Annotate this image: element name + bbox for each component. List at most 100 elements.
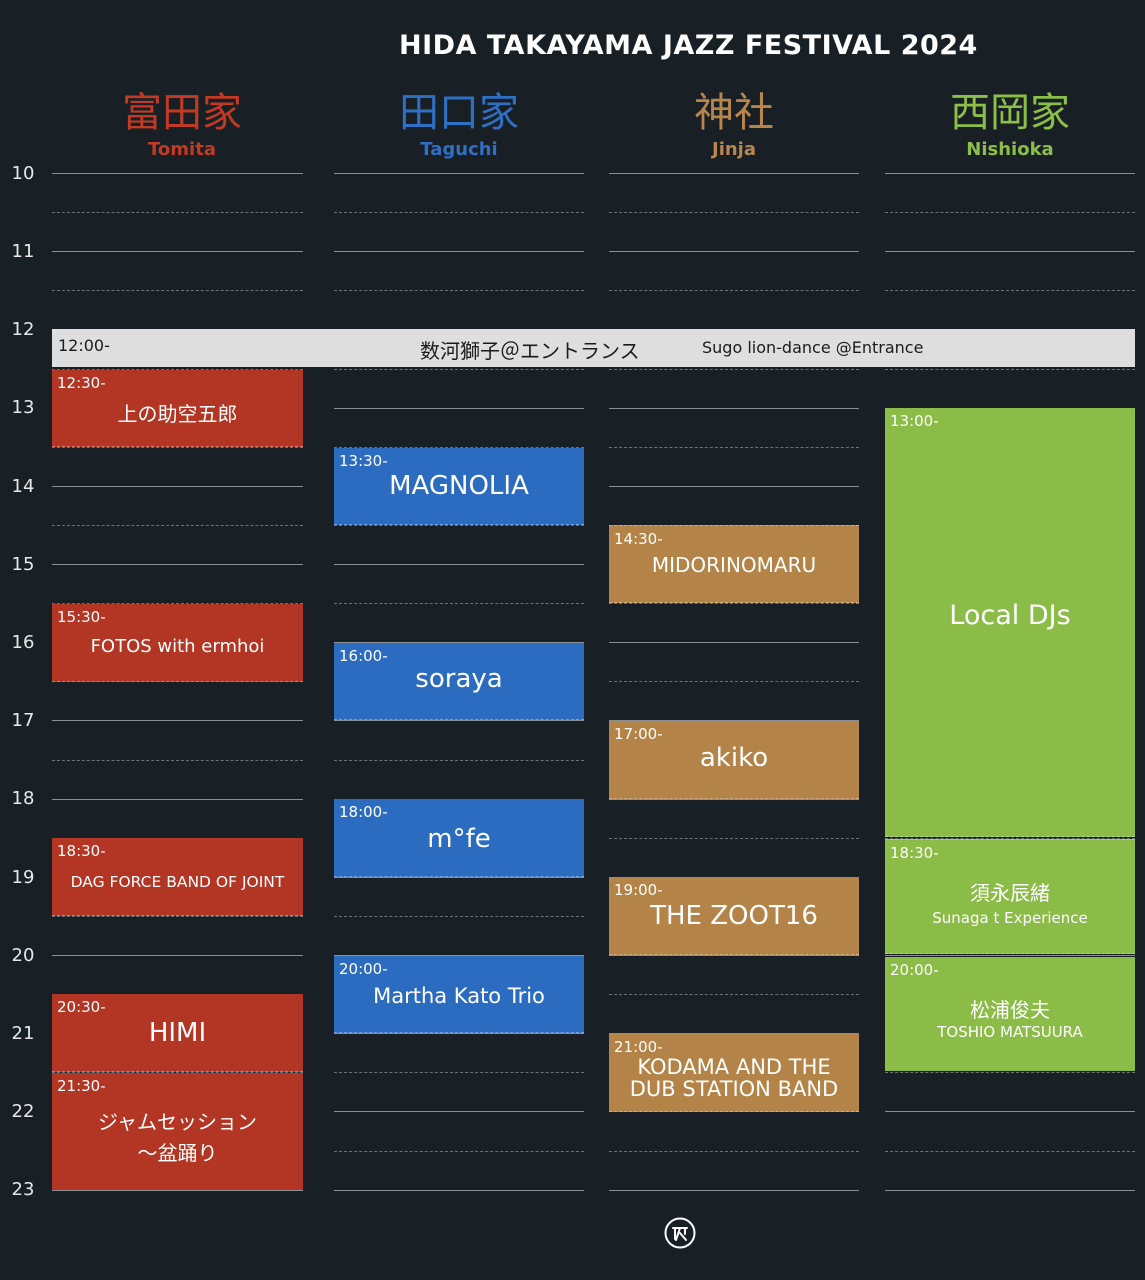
event-time: 21:30- bbox=[57, 1077, 106, 1095]
half-hour-gridline bbox=[609, 681, 859, 682]
half-hour-gridline bbox=[609, 603, 859, 604]
event-act: 上の助空五郎 bbox=[117, 402, 238, 426]
event-act: HIMI bbox=[148, 1018, 207, 1048]
half-hour-gridline bbox=[334, 1072, 584, 1073]
banner-time: 12:00- bbox=[58, 336, 110, 355]
half-hour-gridline bbox=[52, 290, 303, 291]
event-act: soraya bbox=[415, 664, 503, 694]
hour-gridline bbox=[334, 877, 584, 878]
venue-name-en: Taguchi bbox=[420, 139, 498, 160]
venue-header-tomita: 富田家 Tomita bbox=[57, 88, 307, 162]
event-act: 須永辰緒 bbox=[970, 881, 1050, 905]
event-block[interactable]: 20:30- HIMI bbox=[52, 994, 303, 1072]
half-hour-gridline bbox=[885, 369, 1135, 370]
hour-label: 20 bbox=[11, 945, 35, 966]
half-hour-gridline bbox=[334, 369, 584, 370]
hour-gridline bbox=[52, 486, 303, 487]
hour-gridline bbox=[334, 408, 584, 409]
hour-gridline bbox=[885, 955, 1135, 956]
event-block[interactable]: 21:30- ジャムセッション 〜盆踊り bbox=[52, 1073, 303, 1190]
hour-gridline bbox=[52, 1190, 303, 1191]
hour-gridline bbox=[52, 799, 303, 800]
hour-gridline bbox=[52, 720, 303, 721]
half-hour-gridline bbox=[52, 447, 303, 448]
hour-gridline bbox=[609, 173, 859, 174]
event-time: 19:00- bbox=[614, 881, 663, 899]
half-hour-gridline bbox=[334, 212, 584, 213]
hour-gridline bbox=[609, 799, 859, 800]
half-hour-gridline bbox=[334, 525, 584, 526]
event-act: DAG FORCE BAND OF JOINT bbox=[70, 873, 285, 891]
event-act: ジャムセッション 〜盆踊り bbox=[98, 1110, 257, 1165]
half-hour-gridline bbox=[609, 369, 859, 370]
event-act: MIDORINOMARU bbox=[651, 553, 817, 577]
event-block[interactable]: 20:00- Martha Kato Trio bbox=[334, 956, 584, 1033]
venue-name-en: Jinja bbox=[712, 139, 756, 160]
half-hour-gridline bbox=[52, 916, 303, 917]
event-block[interactable]: 21:00- KODAMA AND THE DUB STATION BAND bbox=[609, 1034, 859, 1112]
hour-label: 11 bbox=[11, 241, 35, 262]
half-hour-gridline bbox=[885, 1151, 1135, 1152]
hour-label: 15 bbox=[11, 554, 35, 575]
venue-name-jp: 富田家 bbox=[122, 90, 242, 136]
event-time: 17:00- bbox=[614, 725, 663, 743]
hour-gridline bbox=[609, 1190, 859, 1191]
venue-header-taguchi: 田口家 Taguchi bbox=[334, 88, 584, 162]
hour-label: 12 bbox=[11, 319, 35, 340]
hour-gridline bbox=[885, 1190, 1135, 1191]
venue-name-jp: 西岡家 bbox=[950, 90, 1070, 136]
hour-gridline bbox=[334, 1111, 584, 1112]
event-block[interactable]: 13:00- Local DJs bbox=[885, 408, 1135, 837]
hour-gridline bbox=[609, 642, 859, 643]
hour-gridline bbox=[609, 955, 859, 956]
event-block[interactable]: 18:00- m°fe bbox=[334, 799, 584, 877]
hour-gridline bbox=[52, 251, 303, 252]
banner-title-en: Sugo lion-dance @Entrance bbox=[702, 338, 924, 357]
event-block[interactable]: 13:30- MAGNOLIA bbox=[334, 448, 584, 525]
hour-label: 13 bbox=[11, 397, 35, 418]
hour-gridline bbox=[609, 408, 859, 409]
event-block[interactable]: 16:00- soraya bbox=[334, 643, 584, 720]
hour-label: 18 bbox=[11, 788, 35, 809]
event-block[interactable]: 17:00- akiko bbox=[609, 721, 859, 799]
event-block[interactable]: 18:30- 須永辰緒 Sunaga t Experience bbox=[885, 839, 1135, 954]
lion-dance-banner: 12:00- 数河獅子＠エントランス Sugo lion-dance @Entr… bbox=[52, 329, 1135, 367]
hour-label: 10 bbox=[11, 163, 35, 184]
event-sub: TOSHIO MATSUURA bbox=[937, 1023, 1083, 1041]
hour-gridline bbox=[334, 564, 584, 565]
event-block[interactable]: 19:00- THE ZOOT16 bbox=[609, 877, 859, 955]
hour-label: 16 bbox=[11, 632, 35, 653]
hour-gridline bbox=[609, 486, 859, 487]
event-time: 18:00- bbox=[339, 803, 388, 821]
hour-gridline bbox=[334, 251, 584, 252]
venue-name-jp: 神社 bbox=[694, 90, 774, 136]
event-act: MAGNOLIA bbox=[389, 471, 529, 501]
half-hour-gridline bbox=[52, 760, 303, 761]
hour-label: 22 bbox=[11, 1101, 35, 1122]
event-time: 20:30- bbox=[57, 998, 106, 1016]
hour-gridline bbox=[334, 173, 584, 174]
event-time: 18:30- bbox=[890, 844, 939, 862]
event-sub: Sunaga t Experience bbox=[932, 909, 1088, 927]
half-hour-gridline bbox=[609, 1151, 859, 1152]
event-time: 16:00- bbox=[339, 647, 388, 665]
half-hour-gridline bbox=[334, 603, 584, 604]
half-hour-gridline bbox=[609, 994, 859, 995]
event-block[interactable]: 15:30- FOTOS with ermhoi bbox=[52, 604, 303, 682]
event-time: 20:00- bbox=[890, 961, 939, 979]
venue-name-en: Nishioka bbox=[966, 139, 1054, 160]
hour-gridline bbox=[885, 1111, 1135, 1112]
hour-gridline bbox=[334, 720, 584, 721]
event-block[interactable]: 12:30- 上の助空五郎 bbox=[52, 370, 303, 447]
event-act: FOTOS with ermhoi bbox=[90, 636, 265, 657]
half-hour-gridline bbox=[334, 290, 584, 291]
event-time: 12:30- bbox=[57, 374, 106, 392]
banner-title-jp: 数河獅子＠エントランス bbox=[420, 339, 640, 363]
event-act: akiko bbox=[699, 743, 769, 773]
half-hour-gridline bbox=[609, 290, 859, 291]
half-hour-gridline bbox=[334, 760, 584, 761]
half-hour-gridline bbox=[334, 916, 584, 917]
event-block[interactable]: 18:30- DAG FORCE BAND OF JOINT bbox=[52, 838, 303, 916]
event-block[interactable]: 20:00- 松浦俊夫 TOSHIO MATSUURA bbox=[885, 957, 1135, 1071]
event-block[interactable]: 14:30- MIDORINOMARU bbox=[609, 525, 859, 603]
